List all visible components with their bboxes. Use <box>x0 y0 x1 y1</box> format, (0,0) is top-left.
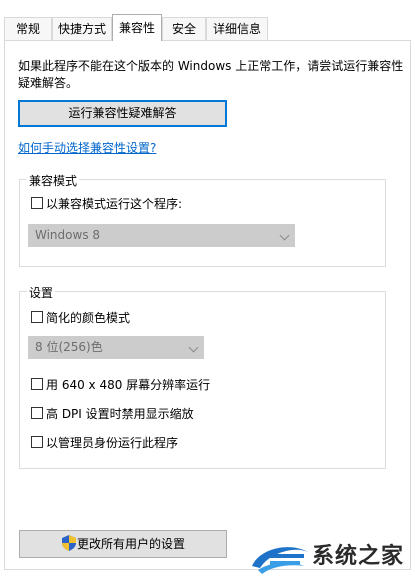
change-all-users-label: 更改所有用户的设置 <box>76 537 185 551</box>
admin-label: 以管理员身份运行此程序 <box>46 436 179 450</box>
watermark-text: 系统之家 <box>312 544 405 569</box>
reduced-color-checkbox[interactable] <box>31 311 43 323</box>
tab-security[interactable]: 安全 <box>162 17 206 40</box>
tab-compatibility[interactable]: 兼容性 <box>112 14 162 41</box>
description-text: 如果此程序不能在这个版本的 Windows 上正常工作，请尝试运行兼容性疑难解答… <box>18 59 404 90</box>
run-troubleshooter-button[interactable]: 运行兼容性疑难解答 <box>18 100 227 127</box>
tab-general[interactable]: 常规 <box>4 17 52 40</box>
shield-icon <box>62 535 76 551</box>
chevron-down-icon <box>279 230 290 241</box>
compat-mode-label: 以兼容模式运行这个程序: <box>46 197 183 211</box>
change-all-users-button[interactable]: 更改所有用户的设置 <box>19 530 227 558</box>
compat-mode-group <box>19 179 386 267</box>
dpi-checkbox[interactable] <box>31 407 43 419</box>
res640-checkbox[interactable] <box>31 378 43 390</box>
color-mode-select[interactable]: 8 位(256)色 <box>28 336 204 359</box>
admin-checkbox[interactable] <box>31 436 43 448</box>
compat-mode-checkbox[interactable] <box>31 197 43 209</box>
settings-legend: 设置 <box>27 284 56 301</box>
compat-mode-legend: 兼容模式 <box>27 172 80 189</box>
tab-shortcut[interactable]: 快捷方式 <box>52 17 112 40</box>
res640-label: 用 640 x 480 屏幕分辨率运行 <box>46 378 211 392</box>
chevron-down-icon <box>188 342 199 353</box>
tab-strip: 常规 快捷方式 兼容性 安全 详细信息 <box>0 0 415 41</box>
os-version-value: Windows 8 <box>35 228 101 242</box>
os-version-select[interactable]: Windows 8 <box>28 224 295 247</box>
color-mode-value: 8 位(256)色 <box>35 340 103 354</box>
manual-compat-link[interactable]: 如何手动选择兼容性设置? <box>18 139 156 156</box>
tab-details[interactable]: 详细信息 <box>206 17 268 40</box>
dpi-label: 高 DPI 设置时禁用显示缩放 <box>46 407 194 421</box>
reduced-color-label: 简化的颜色模式 <box>46 311 131 325</box>
